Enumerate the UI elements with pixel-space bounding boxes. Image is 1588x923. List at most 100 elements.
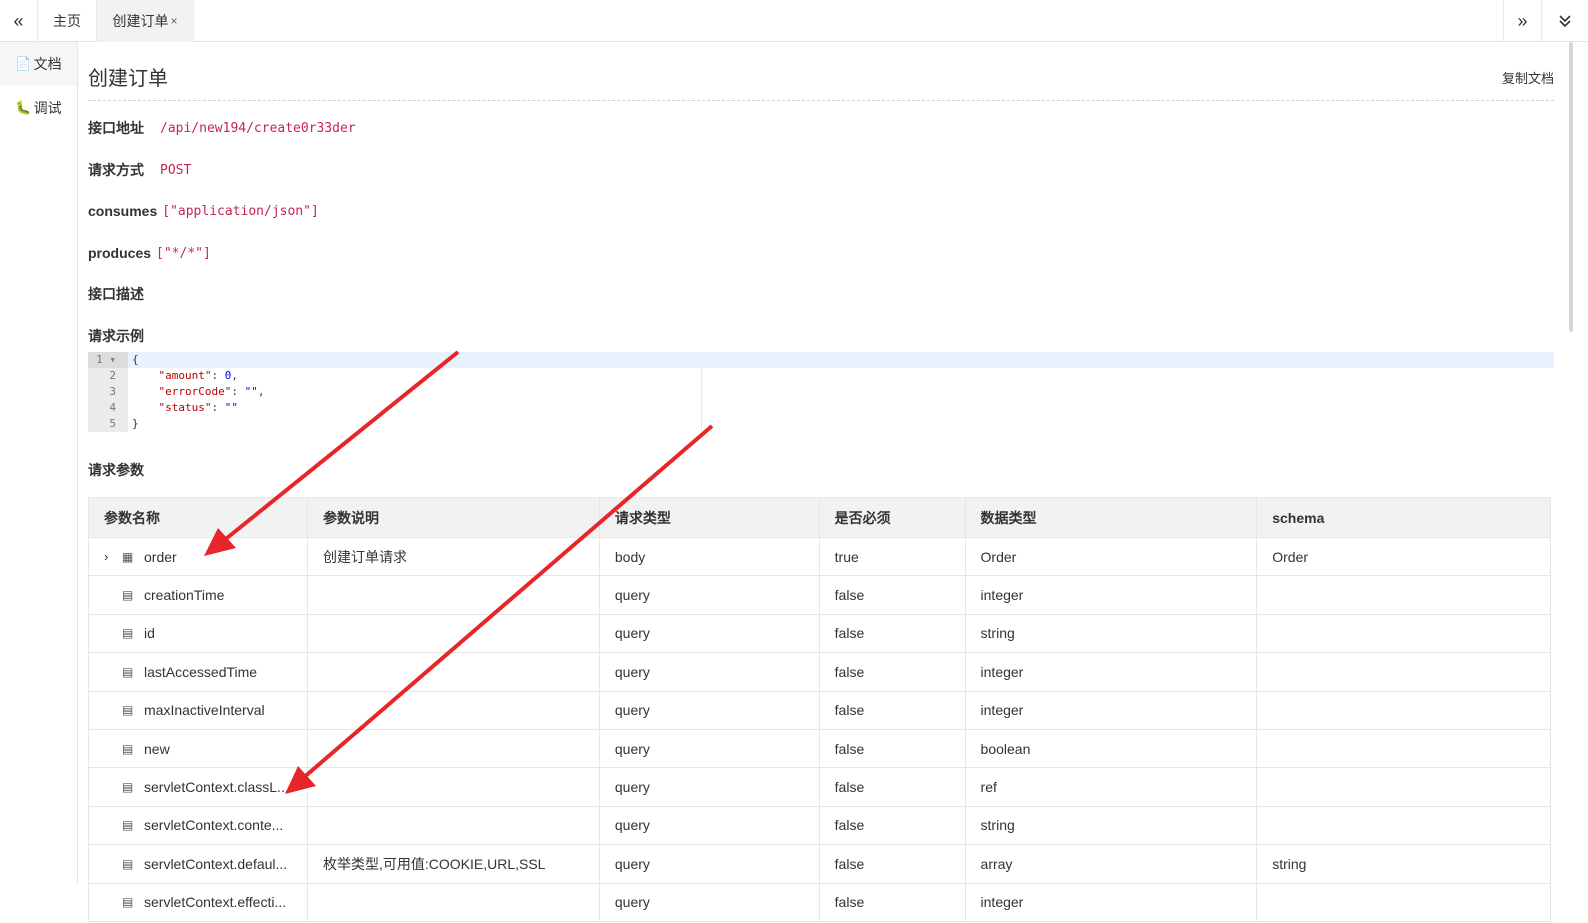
- code-line: "amount": 0,: [158, 369, 238, 382]
- table-row: ▤ servletContext.conte... query false str…: [88, 805, 1551, 846]
- param-required: false: [818, 613, 966, 654]
- param-datatype: string: [964, 805, 1258, 846]
- field-example: 请求示例: [88, 326, 144, 346]
- table-header-row: 参数名称 参数说明 请求类型 是否必须 数据类型 schema: [88, 497, 1551, 538]
- param-type: query: [598, 805, 820, 846]
- editor-gutter: 1 ▾ 2 3 4 5: [88, 352, 128, 432]
- code-line: {: [132, 353, 139, 366]
- code-content: { "amount": 0, "errorCode": "", "status"…: [132, 352, 264, 432]
- tab-home-label: 主页: [53, 13, 81, 29]
- param-type: query: [598, 690, 820, 730]
- param-required: true: [818, 536, 966, 577]
- request-example-editor[interactable]: 1 ▾ 2 3 4 5 { "amount": 0, "errorCode": …: [88, 352, 1554, 432]
- param-datatype: Order: [964, 536, 1258, 577]
- param-required: false: [818, 882, 966, 922]
- param-datatype: integer: [964, 575, 1258, 615]
- chevron-right-icon[interactable]: ›: [104, 549, 122, 564]
- page-title: 创建订单: [88, 68, 168, 90]
- line-number: 5: [109, 417, 116, 430]
- param-type: query: [598, 882, 820, 922]
- param-desc: [306, 652, 600, 692]
- bug-icon: 🐛: [15, 100, 32, 115]
- param-schema: [1256, 575, 1551, 615]
- params-heading-row: 请求参数: [88, 460, 144, 480]
- copy-doc-button[interactable]: 复制文档: [1502, 68, 1554, 87]
- param-required: false: [818, 767, 966, 807]
- double-chevron-left-icon: «: [13, 10, 24, 31]
- field-label: 接口地址: [88, 120, 144, 136]
- tabs-dropdown-button[interactable]: [1541, 0, 1588, 42]
- param-name: servletContext.effecti...: [144, 894, 287, 911]
- param-datatype: integer: [964, 882, 1258, 922]
- sidebar-item-debug[interactable]: 🐛 调试: [0, 86, 77, 130]
- param-name: servletContext.conte...: [144, 817, 284, 834]
- doc-sidebar: 📄 文档 🐛 调试: [0, 42, 78, 884]
- param-desc: [306, 690, 600, 730]
- code-line: "errorCode": "",: [158, 385, 265, 398]
- param-name: lastAccessedTime: [144, 663, 258, 680]
- param-schema: [1256, 652, 1551, 692]
- table-row: ▤ lastAccessedTime query false integer: [88, 652, 1551, 692]
- document-icon: ▤: [122, 780, 134, 795]
- param-desc: [306, 575, 600, 615]
- tab-create-order[interactable]: 创建订单 ×: [96, 0, 194, 42]
- param-schema: [1256, 690, 1551, 730]
- param-datatype: ref: [964, 767, 1258, 807]
- table-row: ▤ servletContext.effecti... query false i…: [88, 882, 1551, 922]
- field-label: 请求示例: [88, 328, 144, 344]
- api-url: /api/new194/create0r33der: [160, 120, 356, 136]
- active-line-highlight: [128, 352, 1554, 368]
- doc-content: 创建订单 复制文档 接口地址 /api/new194/create0r33der…: [88, 42, 1554, 923]
- param-schema: Order: [1256, 536, 1551, 577]
- table-row[interactable]: › ▦ order 创建订单请求 body true Order Order: [88, 536, 1551, 577]
- column-header: 参数名称: [88, 497, 308, 538]
- tabs-prev-button[interactable]: «: [0, 0, 38, 42]
- param-type: query: [598, 652, 820, 692]
- tab-create-order-label: 创建订单: [112, 13, 169, 29]
- param-required: false: [818, 728, 966, 769]
- tabs-next-button[interactable]: »: [1503, 0, 1541, 42]
- table-row: ▤ id query false string: [88, 613, 1551, 654]
- sidebar-item-doc[interactable]: 📄 文档: [0, 42, 77, 86]
- document-icon: ▤: [122, 664, 134, 679]
- param-datatype: array: [964, 844, 1258, 884]
- page-scrollbar[interactable]: [1566, 42, 1588, 923]
- param-name: creationTime: [144, 587, 225, 604]
- document-icon: ▤: [122, 626, 134, 641]
- param-name: servletContext.classL...: [144, 779, 289, 796]
- param-type: query: [598, 767, 820, 807]
- document-icon: ▤: [122, 856, 134, 871]
- params-table: 参数名称 参数说明 请求类型 是否必须 数据类型 schema › ▦ orde…: [88, 497, 1551, 922]
- document-icon: ▤: [122, 818, 134, 833]
- field-url: 接口地址 /api/new194/create0r33der: [88, 118, 356, 138]
- column-header: schema: [1256, 497, 1551, 538]
- param-desc: [306, 882, 600, 922]
- field-produces: produces ["*/*"]: [88, 243, 211, 263]
- close-icon[interactable]: ×: [170, 14, 177, 28]
- line-number: 3: [109, 385, 116, 398]
- param-type: query: [598, 844, 820, 884]
- file-icon: 📄: [15, 56, 32, 71]
- document-icon: ▤: [122, 895, 134, 910]
- param-required: false: [818, 652, 966, 692]
- param-required: false: [818, 575, 966, 615]
- tab-home[interactable]: 主页: [38, 0, 96, 42]
- param-required: false: [818, 844, 966, 884]
- document-icon: ▤: [122, 588, 134, 603]
- param-schema: [1256, 882, 1551, 922]
- params-heading: 请求参数: [88, 462, 144, 478]
- column-header: 参数说明: [306, 497, 600, 538]
- sidebar-item-label: 调试: [33, 100, 62, 116]
- line-number: 1 ▾: [88, 352, 128, 368]
- double-chevron-right-icon: »: [1517, 10, 1528, 31]
- sidebar-item-label: 文档: [33, 56, 62, 72]
- table-row: ▤ maxInactiveInterval query false integer: [88, 690, 1551, 730]
- scrollbar-thumb[interactable]: [1569, 42, 1573, 332]
- param-name: servletContext.defaul...: [144, 855, 288, 872]
- param-name: new: [144, 740, 170, 757]
- param-type: body: [598, 536, 820, 577]
- param-schema: [1256, 767, 1551, 807]
- param-desc: 枚举类型,可用值:COOKIE,URL,SSL: [306, 844, 600, 884]
- code-line: "status": "": [158, 401, 238, 414]
- consumes-value: ["application/json"]: [162, 203, 319, 219]
